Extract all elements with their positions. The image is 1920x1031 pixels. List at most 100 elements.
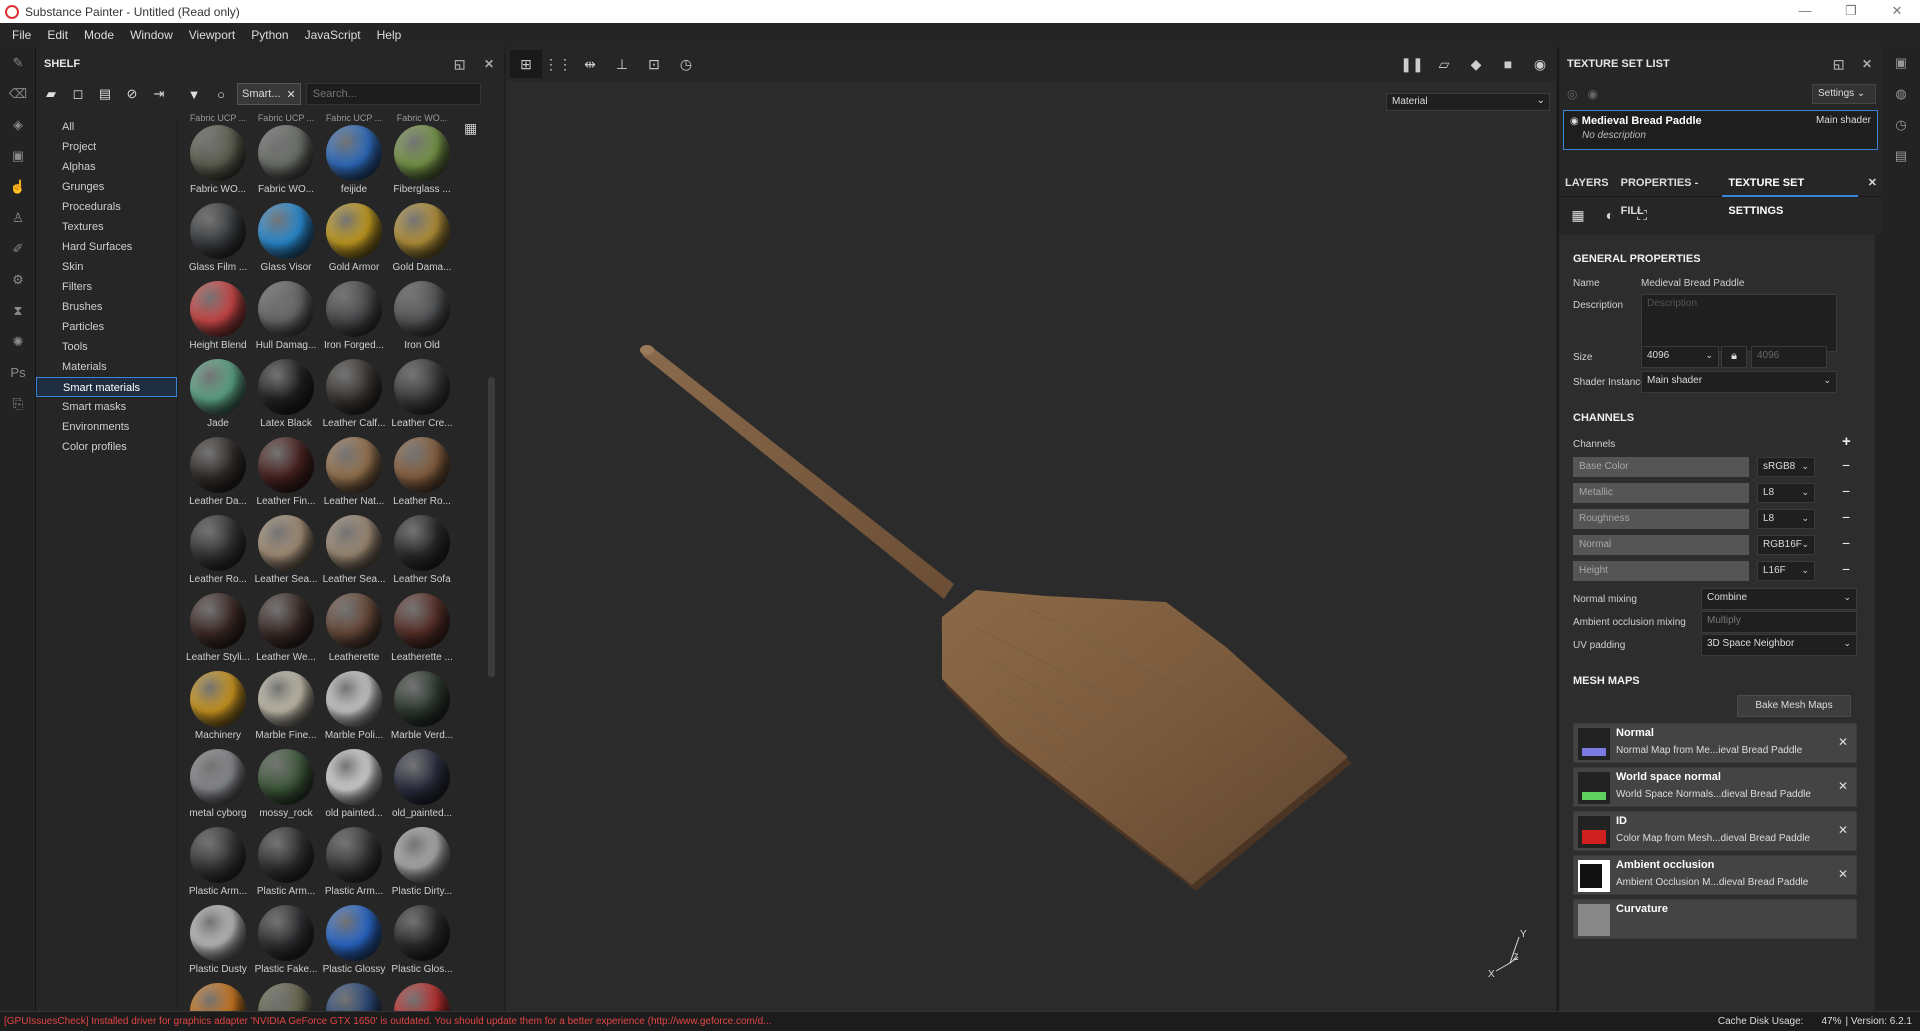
menu-python[interactable]: Python <box>243 28 296 42</box>
category-project[interactable]: Project <box>36 137 177 157</box>
filter-icon[interactable]: ▼ <box>183 83 205 105</box>
remove-mesh-map-icon[interactable]: ✕ <box>1838 735 1848 749</box>
smart-material-item[interactable]: metal cyborg <box>184 749 252 827</box>
filter-chip[interactable]: Smart... ✕ <box>237 83 301 105</box>
float-panel-icon[interactable]: ◱ <box>454 57 465 71</box>
remove-mesh-map-icon[interactable]: ✕ <box>1838 867 1848 881</box>
smart-material-item[interactable]: Marble Poli... <box>320 671 388 749</box>
menu-help[interactable]: Help <box>369 28 410 42</box>
category-grunges[interactable]: Grunges <box>36 177 177 197</box>
mesh-map-ambient-occlusion[interactable]: Ambient occlusion Ambient Occlusion M...… <box>1573 855 1857 895</box>
visibility-all-icon[interactable]: ◎ <box>1567 87 1577 101</box>
category-smart-masks[interactable]: Smart masks <box>36 397 177 417</box>
smart-material-item[interactable]: Leather Ro... <box>184 515 252 593</box>
smart-material-item[interactable]: Iron Forged... <box>320 281 388 359</box>
smart-material-item[interactable]: Plastic Dirty... <box>388 827 456 905</box>
category-environments[interactable]: Environments <box>36 417 177 437</box>
shelf-scrollbar[interactable] <box>488 377 495 677</box>
category-particles[interactable]: Particles <box>36 317 177 337</box>
description-field[interactable]: Description <box>1641 294 1837 352</box>
minimize-button[interactable]: — <box>1782 0 1828 23</box>
smart-material-item[interactable] <box>388 983 456 1011</box>
gpu-warning-message[interactable]: [GPUIssuesCheck] Installed driver for gr… <box>4 1016 772 1027</box>
smart-material-item[interactable]: Plastic Glossy <box>320 905 388 983</box>
channel-format-select[interactable]: L8 ⌄ <box>1757 483 1815 503</box>
menu-mode[interactable]: Mode <box>76 28 122 42</box>
smart-material-item[interactable]: old_painted... <box>388 749 456 827</box>
smart-material-item[interactable]: Leather Cre... <box>388 359 456 437</box>
smart-material-item[interactable]: Hull Damag... <box>252 281 320 359</box>
smart-material-item[interactable]: Plastic Fake... <box>252 905 320 983</box>
smart-material-item[interactable]: Glass Visor <box>252 203 320 281</box>
remove-channel-icon[interactable]: − <box>1842 561 1850 577</box>
smart-material-item[interactable]: Fabric WO... <box>184 125 252 203</box>
smart-material-item[interactable]: mossy_rock <box>252 749 320 827</box>
float-panel-icon[interactable]: ◱ <box>1833 57 1844 71</box>
menu-file[interactable]: File <box>4 28 39 42</box>
category-materials[interactable]: Materials <box>36 357 177 377</box>
channel-format-select[interactable]: L8 ⌄ <box>1757 509 1815 529</box>
paint-brush-icon[interactable]: ✎ <box>0 47 36 78</box>
smart-material-item[interactable]: Gold Dama... <box>388 203 456 281</box>
smart-material-item[interactable]: Fiberglass ... <box>388 125 456 203</box>
mesh-map-id[interactable]: ID Color Map from Mesh...dieval Bread Pa… <box>1573 811 1857 851</box>
category-alphas[interactable]: Alphas <box>36 157 177 177</box>
eye-icon[interactable]: ◉ <box>1570 116 1579 127</box>
normal-mixing-select[interactable]: Combine ⌄ <box>1701 588 1857 610</box>
iray-icon[interactable]: ✺ <box>0 326 36 357</box>
shelf-search-input[interactable] <box>305 83 481 105</box>
smart-material-item[interactable]: feijide <box>320 125 388 203</box>
log-icon[interactable]: ▤ <box>1882 140 1920 171</box>
menu-edit[interactable]: Edit <box>39 28 76 42</box>
smart-material-item[interactable]: Leather Sofa <box>388 515 456 593</box>
size-select[interactable]: 4096 ⌄ <box>1641 346 1719 368</box>
export-icon[interactable]: ⎘ <box>0 388 36 419</box>
measure-icon[interactable]: ⧗ <box>0 295 36 326</box>
remove-channel-icon[interactable]: − <box>1842 457 1850 473</box>
smart-material-item[interactable]: Leather Sea... <box>320 515 388 593</box>
menu-viewport[interactable]: Viewport <box>181 28 243 42</box>
eraser-icon[interactable]: ⌫ <box>0 78 36 109</box>
add-channel-icon[interactable]: + <box>1842 433 1851 450</box>
bake-icon[interactable]: ▦ <box>1565 202 1591 228</box>
texture-set-item[interactable]: ◉ Medieval Bread Paddle Main shader No d… <box>1563 110 1878 150</box>
bake-mesh-maps-button[interactable]: Bake Mesh Maps <box>1737 695 1851 717</box>
tab-properties-fill[interactable]: PROPERTIES - FILL <box>1615 169 1723 217</box>
category-procedurals[interactable]: Procedurals <box>36 197 177 217</box>
smart-material-item[interactable]: Leather Sea... <box>252 515 320 593</box>
smart-material-item[interactable]: Glass Film ... <box>184 203 252 281</box>
close-window-button[interactable]: ✕ <box>1874 0 1920 23</box>
geometry-mask-icon[interactable]: ▣ <box>0 140 36 171</box>
remove-channel-icon[interactable]: − <box>1842 509 1850 525</box>
smart-material-item[interactable]: Gold Armor <box>320 203 388 281</box>
smart-material-item[interactable] <box>252 983 320 1011</box>
clone-stamp-icon[interactable]: ♙ <box>0 202 36 233</box>
smart-material-item[interactable]: Machinery <box>184 671 252 749</box>
smart-material-item[interactable]: Leather Calf... <box>320 359 388 437</box>
smart-material-item[interactable]: Jade <box>184 359 252 437</box>
smart-material-item[interactable] <box>320 983 388 1011</box>
category-smart-materials[interactable]: Smart materials <box>36 377 177 397</box>
bake-settings-icon[interactable]: ⚙ <box>0 264 36 295</box>
smart-material-item[interactable]: Leather Styli... <box>184 593 252 671</box>
smart-material-item[interactable]: Leather We... <box>252 593 320 671</box>
smart-material-item[interactable]: Iron Old <box>388 281 456 359</box>
circle-filter-icon[interactable]: ○ <box>210 83 232 105</box>
tab-texture-set-settings[interactable]: TEXTURE SET SETTINGS <box>1722 169 1858 217</box>
lock-icon[interactable]: 🔒︎ <box>1721 346 1747 368</box>
smart-material-item[interactable]: Latex Black <box>252 359 320 437</box>
settings-dropdown[interactable]: Settings ⌄ <box>1812 84 1876 104</box>
smart-material-item[interactable]: Leather Da... <box>184 437 252 515</box>
smart-material-item[interactable]: Height Blend <box>184 281 252 359</box>
menu-javascript[interactable]: JavaScript <box>297 28 369 42</box>
smart-material-item[interactable]: Leather Nat... <box>320 437 388 515</box>
display-settings-icon[interactable]: ▣ <box>1882 47 1920 78</box>
color-picker-icon[interactable]: ✐ <box>0 233 36 264</box>
history-panel-icon[interactable]: ◷ <box>1882 109 1920 140</box>
smart-material-item[interactable]: Leatherette ... <box>388 593 456 671</box>
remove-filter-icon[interactable]: ✕ <box>287 88 296 101</box>
category-hard-surfaces[interactable]: Hard Surfaces <box>36 237 177 257</box>
import-icon[interactable]: ⇥ <box>148 83 170 105</box>
tab-layers[interactable]: LAYERS <box>1559 169 1615 197</box>
close-panel-icon[interactable]: ✕ <box>1862 57 1872 71</box>
